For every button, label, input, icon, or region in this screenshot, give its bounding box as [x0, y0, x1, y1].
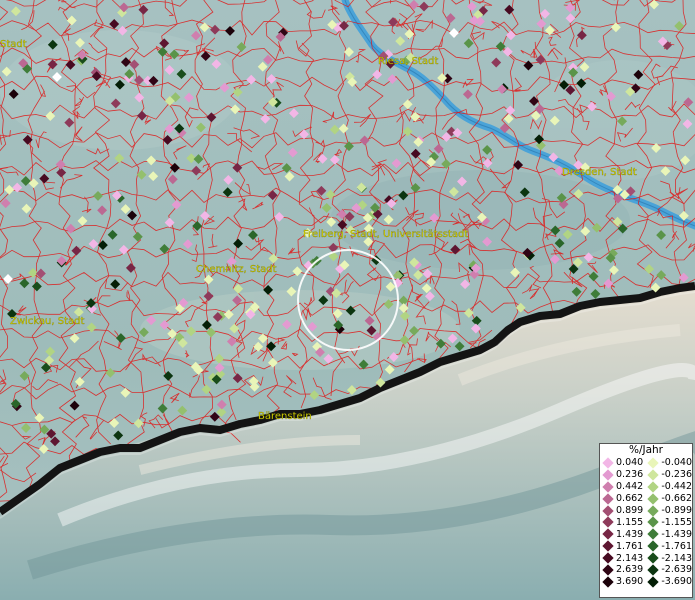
- legend-row: 2.143: [600, 552, 645, 564]
- legend-row: -0.236: [645, 469, 692, 481]
- legend-value: 0.662: [616, 493, 644, 505]
- legend-row: 1.155: [600, 516, 645, 529]
- legend-row: 3.690: [600, 576, 645, 588]
- legend-swatch: [602, 528, 614, 540]
- legend-negative-column: -0.040 -0.236 -0.442 -0.662 -0.899 -1.155 -1.4…: [645, 457, 692, 588]
- legend-swatch: [602, 564, 614, 576]
- legend-row: 0.040: [600, 457, 645, 469]
- legend-swatch: [647, 481, 660, 493]
- legend-row: -1.439: [645, 528, 692, 540]
- legend-value: 0.442: [616, 481, 644, 493]
- legend-row: -0.040: [645, 457, 692, 469]
- legend-row: -0.442: [645, 481, 692, 493]
- legend-value: -1.761: [661, 540, 692, 552]
- legend-value: -0.442: [661, 481, 692, 493]
- city-label-zwickau: Zwickau, Stadt: [10, 316, 84, 327]
- map-canvas[interactable]: Stadt Riesa, Stadt Dresden, Stadt Freibe…: [0, 0, 695, 600]
- legend-value: 1.439: [616, 528, 644, 540]
- legend-row: -2.639: [645, 564, 692, 576]
- legend-row: 1.761: [600, 540, 645, 552]
- legend-swatch: [647, 540, 660, 552]
- legend-row: 0.662: [600, 492, 645, 505]
- legend-swatch: [602, 492, 614, 505]
- legend-swatch: [647, 457, 660, 469]
- legend-swatch: [647, 516, 660, 529]
- legend-row: -1.761: [645, 540, 692, 552]
- legend-value: 0.899: [616, 505, 644, 516]
- city-label-baerenstein: Bärenstein: [258, 411, 312, 422]
- legend-swatch: [602, 481, 614, 493]
- legend-swatch: [602, 504, 614, 517]
- legend-swatch: [647, 469, 660, 481]
- legend-value: -3.690: [661, 576, 692, 588]
- city-label-dresden: Dresden, Stadt: [562, 167, 637, 178]
- legend-value: -0.236: [661, 469, 692, 481]
- legend-swatch: [647, 492, 660, 505]
- legend-value: 0.236: [616, 469, 644, 481]
- legend-value: -1.155: [661, 516, 692, 528]
- legend-value: 2.143: [616, 552, 644, 564]
- legend-row: -0.899: [645, 504, 692, 517]
- legend-value: -0.899: [661, 505, 692, 516]
- legend-swatch: [647, 576, 660, 588]
- legend-swatch: [602, 516, 614, 529]
- city-label-chemnitz: Chemnitz, Stadt: [196, 264, 277, 275]
- legend-value: -0.662: [661, 493, 692, 505]
- legend-positive-column: 0.040 0.236 0.442 0.662 0.899 1.155 1.439 1.761…: [600, 457, 645, 588]
- legend-swatch: [602, 540, 614, 552]
- legend-value: -2.639: [661, 564, 692, 576]
- legend-swatch: [602, 552, 614, 564]
- legend-value: 2.639: [616, 564, 644, 576]
- legend-row: 0.899: [600, 504, 645, 517]
- legend-value: 1.155: [616, 516, 644, 528]
- legend: %/Jahr 0.040 0.236 0.442 0.662 0.899 1.155 1.4…: [599, 443, 693, 598]
- legend-swatch: [602, 469, 614, 481]
- legend-swatch: [647, 528, 660, 540]
- legend-title: %/Jahr: [628, 444, 664, 456]
- legend-row: -2.143: [645, 552, 692, 564]
- legend-value: 1.761: [616, 540, 644, 552]
- legend-swatch: [647, 552, 660, 564]
- legend-row: 2.639: [600, 564, 645, 576]
- legend-row: 0.236: [600, 469, 645, 481]
- legend-value: -2.143: [661, 552, 692, 564]
- legend-row: -3.690: [645, 576, 692, 588]
- legend-swatch: [602, 457, 614, 469]
- legend-value: -1.439: [661, 528, 692, 540]
- legend-value: -0.040: [661, 457, 692, 469]
- legend-row: -0.662: [645, 492, 692, 505]
- legend-value: 3.690: [616, 576, 644, 588]
- legend-row: -1.155: [645, 516, 692, 529]
- legend-row: 1.439: [600, 528, 645, 540]
- legend-row: 0.442: [600, 481, 645, 493]
- legend-swatch: [602, 576, 614, 588]
- legend-swatch: [647, 564, 660, 576]
- city-label: Stadt: [0, 39, 27, 50]
- legend-value: 0.040: [616, 457, 644, 469]
- legend-swatch: [647, 504, 660, 517]
- city-label-freiberg: Freiberg, Stadt, Universitätsstadt: [303, 229, 468, 240]
- city-label-riesa: Riesa, Stadt: [378, 56, 438, 67]
